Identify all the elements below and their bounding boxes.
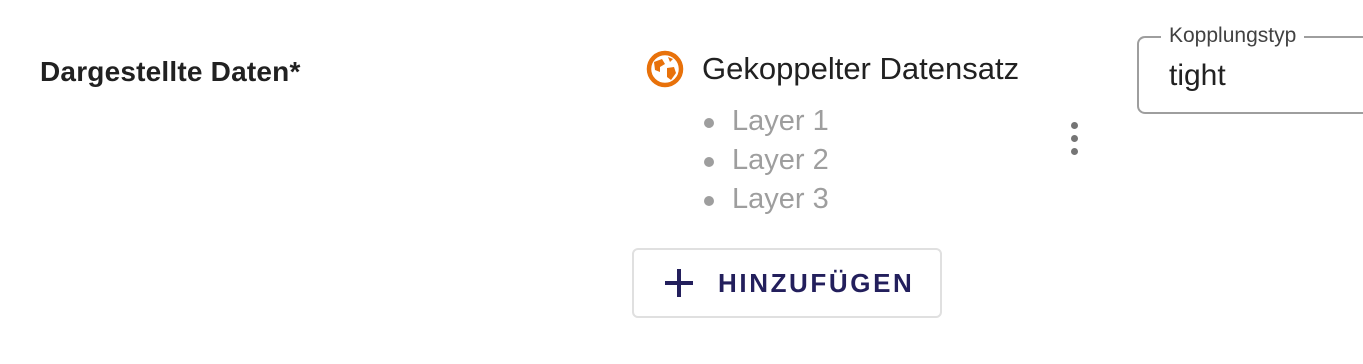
dataset-title: Gekoppelter Datensatz bbox=[702, 51, 1020, 86]
menu-dot bbox=[1070, 121, 1078, 129]
dataset-header: Gekoppelter Datensatz bbox=[646, 50, 1066, 88]
coupled-dataset: Gekoppelter Datensatz Layer 1 Layer 2 La… bbox=[646, 50, 1066, 219]
coupling-type-label: Kopplungstyp bbox=[1161, 22, 1305, 50]
menu-dot bbox=[1070, 147, 1078, 155]
displayed-data-label: Dargestellte Daten* bbox=[40, 56, 301, 87]
add-button-label: HINZUFÜGEN bbox=[718, 267, 915, 298]
coupling-type-select[interactable]: Kopplungstyp tight bbox=[1137, 22, 1363, 114]
globe-icon bbox=[646, 50, 684, 88]
layer-item: Layer 2 bbox=[704, 141, 1066, 180]
layer-list: Layer 1 Layer 2 Layer 3 bbox=[646, 102, 1066, 219]
add-button[interactable]: HINZUFÜGEN bbox=[632, 248, 942, 318]
layer-item: Layer 3 bbox=[704, 180, 1066, 219]
more-vert-icon[interactable] bbox=[1060, 116, 1088, 160]
menu-dot bbox=[1070, 134, 1078, 142]
layer-item: Layer 1 bbox=[704, 102, 1066, 141]
coupling-type-value: tight bbox=[1169, 59, 1226, 92]
plus-icon bbox=[664, 268, 694, 298]
